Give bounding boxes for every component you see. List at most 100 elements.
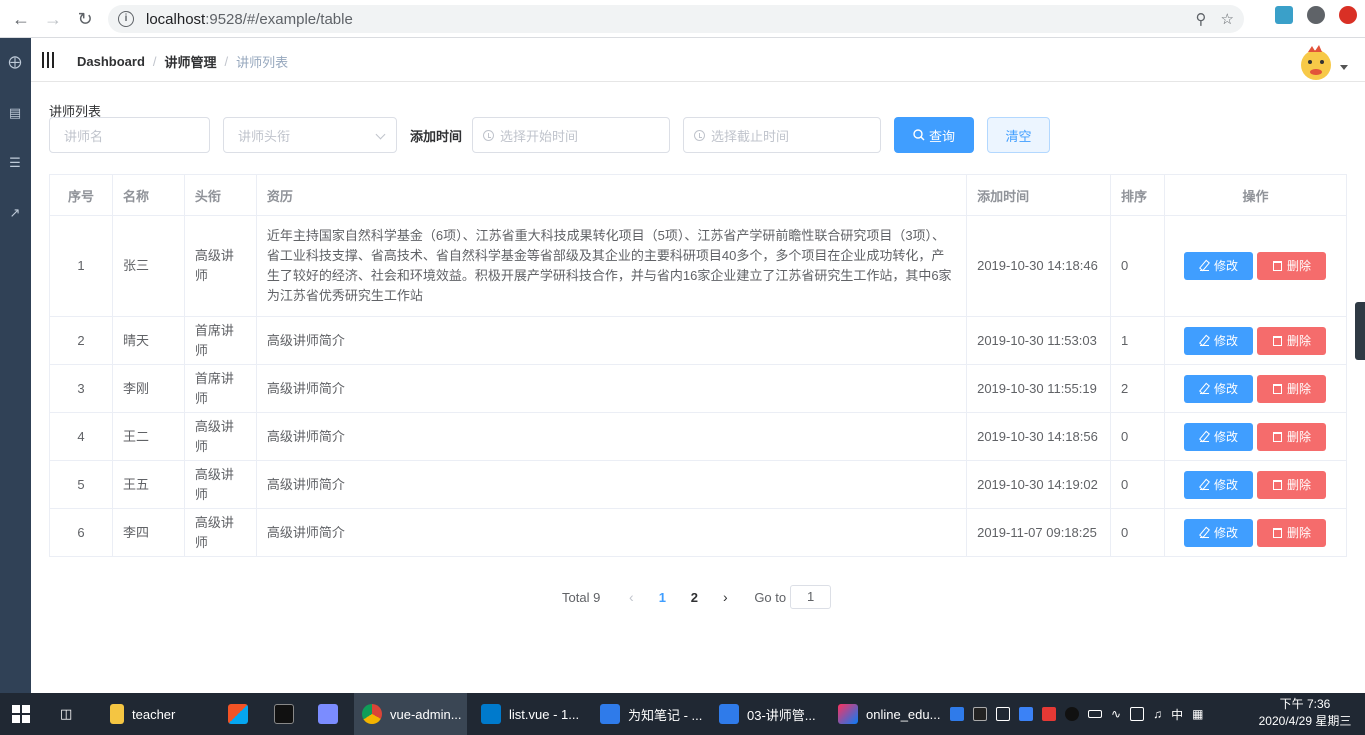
cell-add-time: 2019-11-07 09:18:25 (966, 508, 1111, 557)
goto-input[interactable]: 1 (790, 585, 832, 609)
cell-index: 6 (49, 508, 113, 557)
taskbar-item-chrome[interactable]: vue-admin... (354, 693, 467, 735)
cell-index: 3 (49, 364, 113, 413)
volume-icon[interactable]: ♫ (1153, 707, 1162, 721)
qq-icon[interactable] (1065, 707, 1079, 721)
cell-name: 王五 (112, 460, 185, 509)
breadcrumb-dashboard[interactable]: Dashboard (77, 54, 145, 69)
info-icon[interactable]: i (118, 11, 134, 27)
delete-button[interactable]: 删除 (1257, 374, 1327, 403)
trash-icon (1272, 335, 1282, 346)
delete-button[interactable]: 删除 (1257, 422, 1327, 451)
edit-button[interactable]: 修改 (1184, 374, 1254, 403)
edit-icon (1199, 480, 1209, 490)
cell-name: 李刚 (112, 364, 185, 413)
taskbar: ◫ teacher vue-admin... list.vue - 1... 为… (0, 693, 1365, 735)
document-icon[interactable]: ▤ (7, 105, 23, 121)
edit-button[interactable]: 修改 (1184, 326, 1254, 355)
delete-button[interactable]: 删除 (1257, 518, 1327, 547)
cell-level: 高级讲师 (184, 215, 257, 317)
cell-sort: 2 (1110, 364, 1165, 413)
edit-button[interactable]: 修改 (1184, 470, 1254, 499)
wifi-icon[interactable]: ∿ (1111, 707, 1121, 721)
edit-button[interactable]: 修改 (1184, 252, 1254, 280)
account-icon[interactable] (1307, 6, 1325, 24)
cell-intro: 高级讲师简介 (256, 412, 968, 461)
external-link-icon[interactable]: ↗ (7, 205, 23, 221)
cell-sort: 0 (1110, 460, 1165, 509)
address-bar[interactable]: i localhost:9528/#/example/table ⚲ ☆ (108, 5, 1244, 33)
query-button[interactable]: 查询 (894, 117, 974, 153)
delete-button[interactable]: 删除 (1257, 470, 1327, 499)
app-icon[interactable] (318, 693, 338, 735)
shield-icon[interactable] (1019, 707, 1033, 721)
trash-icon (1272, 431, 1282, 442)
pagination: Total 9 ‹ 1 2 › Go to 1 (562, 585, 832, 609)
cell-intro: 高级讲师简介 (256, 316, 968, 365)
system-tray: ∿ ♫ 中 ▦ (950, 693, 1203, 735)
edit-button[interactable]: 修改 (1184, 518, 1254, 547)
side-widget[interactable] (1355, 302, 1365, 360)
breadcrumb-teacher-manage[interactable]: 讲师管理 (165, 52, 217, 71)
taskbar-item-wiznote[interactable]: 为知笔记 - ... (592, 693, 705, 735)
teacher-level-select[interactable]: 讲师头衔 (223, 117, 397, 153)
system-clock[interactable]: 下午 7:36 2020/4/29 星期三 (1250, 696, 1360, 730)
start-time-picker[interactable]: 选择开始时间 (472, 117, 670, 153)
wiznote-tray-icon[interactable] (950, 707, 964, 721)
cell-level: 高级讲师 (184, 412, 257, 461)
dashboard-icon[interactable]: ⨁ (7, 54, 23, 70)
edit-button[interactable]: 修改 (1184, 422, 1254, 451)
wiznote-icon (600, 704, 620, 724)
avatar[interactable] (1296, 42, 1336, 80)
start-button[interactable] (12, 693, 30, 735)
end-time-picker[interactable]: 选择截止时间 (683, 117, 881, 153)
chevron-down-icon[interactable] (1340, 65, 1348, 70)
ime-grid-icon[interactable]: ▦ (1192, 707, 1203, 721)
task-view-icon[interactable]: ◫ (60, 693, 72, 735)
list-icon[interactable]: ☰ (7, 155, 23, 171)
taskbar-item-wiznote-2[interactable]: 03-讲师管... (711, 693, 824, 735)
table-row: 4 王二 高级讲师 高级讲师简介 2019-10-30 14:18:56 0 修… (49, 412, 1348, 461)
cell-name: 张三 (112, 215, 185, 317)
next-page-icon[interactable]: › (710, 589, 740, 605)
bookmark-star-icon[interactable]: ☆ (1221, 10, 1234, 28)
page-1[interactable]: 1 (646, 590, 678, 605)
delete-button[interactable]: 删除 (1257, 326, 1327, 355)
zoom-search-icon[interactable]: ⚲ (1196, 10, 1207, 28)
security-tray-icon[interactable] (1042, 707, 1056, 721)
ime-indicator[interactable]: 中 (1171, 706, 1183, 723)
copy-tray-icon[interactable] (996, 707, 1010, 721)
teacher-name-input[interactable]: 讲师名 (49, 117, 210, 153)
cell-add-time: 2019-10-30 14:18:46 (966, 215, 1111, 317)
terminal-icon[interactable] (274, 693, 294, 735)
clear-button[interactable]: 清空 (987, 117, 1050, 153)
browser-toolbar: ← → ↻ i localhost:9528/#/example/table ⚲… (0, 0, 1365, 38)
network-tray-icon[interactable] (1130, 707, 1145, 721)
taskbar-item-vscode[interactable]: list.vue - 1... (473, 693, 586, 735)
intellij-tray-icon[interactable] (973, 707, 987, 721)
cell-actions: 修改 删除 (1164, 215, 1348, 317)
edit-icon (1199, 384, 1209, 394)
breadcrumb-teacher-list: 讲师列表 (236, 55, 289, 70)
table-row: 5 王五 高级讲师 高级讲师简介 2019-10-30 14:19:02 0 修… (49, 460, 1348, 509)
back-icon[interactable]: ← (6, 4, 36, 34)
taskbar-item-teacher[interactable]: teacher (104, 693, 216, 735)
prev-page-icon[interactable]: ‹ (616, 589, 646, 605)
cell-sort: 0 (1110, 412, 1165, 461)
delete-button[interactable]: 删除 (1257, 252, 1327, 280)
extension-icon[interactable] (1275, 6, 1293, 24)
extension-red-icon[interactable] (1339, 6, 1357, 24)
cell-actions: 修改 删除 (1164, 316, 1348, 365)
battery-icon[interactable] (1088, 710, 1102, 718)
store-icon[interactable] (228, 693, 248, 735)
forward-icon[interactable]: → (38, 4, 68, 34)
reload-icon[interactable]: ↻ (70, 4, 100, 34)
page-2[interactable]: 2 (678, 590, 710, 605)
sidebar: ⨁ ▤ ☰ ↗ (0, 38, 31, 693)
taskbar-item-idea[interactable]: online_edu... (830, 693, 943, 735)
hamburger-icon[interactable] (42, 52, 56, 68)
cell-add-time: 2019-10-30 14:18:56 (966, 412, 1111, 461)
main-content: 讲师列表 讲师名 讲师头衔 添加时间 选择开始时间 选择截止时间 查询 清空 序… (31, 83, 1365, 693)
header-add-time: 添加时间 (966, 174, 1111, 216)
cell-actions: 修改 删除 (1164, 460, 1348, 509)
